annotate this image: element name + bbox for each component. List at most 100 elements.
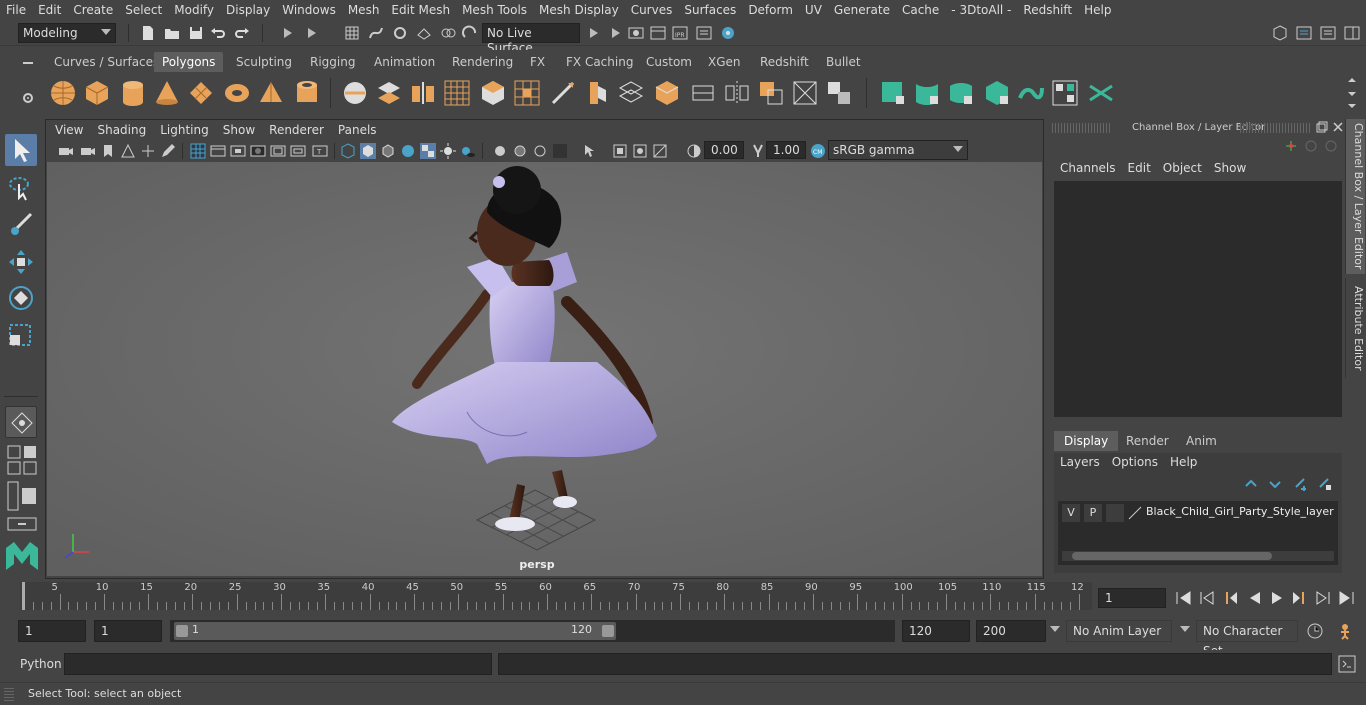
menu-item-windows[interactable]: Windows: [276, 3, 342, 17]
step-forward-key-icon[interactable]: [1314, 589, 1332, 607]
snap-grid-icon[interactable]: [344, 25, 360, 41]
paint-select-tool-button[interactable]: [5, 208, 37, 240]
rotate-tool-button[interactable]: [5, 282, 37, 314]
playback-end-field[interactable]: 120: [902, 620, 970, 642]
select-object-icon[interactable]: [304, 25, 320, 41]
menu-item-edit[interactable]: Edit: [32, 3, 67, 17]
float-panel-icon[interactable]: [1316, 121, 1328, 133]
move-layer-down-icon[interactable]: [1268, 477, 1282, 491]
menu-item-redshift[interactable]: Redshift: [1017, 3, 1078, 17]
layout-outliner-icon[interactable]: [6, 480, 38, 512]
snap-curve-icon[interactable]: [368, 25, 384, 41]
menu-item-surfaces[interactable]: Surfaces: [678, 3, 742, 17]
camera-lock-icon[interactable]: [80, 143, 96, 159]
poly-torus-icon[interactable]: [222, 78, 252, 108]
hypershade-icon[interactable]: [720, 25, 736, 41]
move-layer-up-icon[interactable]: [1244, 477, 1258, 491]
viewport-menu-renderer[interactable]: Renderer: [262, 123, 331, 137]
save-scene-icon[interactable]: [188, 25, 204, 41]
render-settings-icon[interactable]: [696, 25, 712, 41]
shelf-tab-polygons[interactable]: Polygons: [154, 52, 224, 72]
chevron-down-icon[interactable]: [1050, 626, 1060, 632]
range-slider-handle[interactable]: 1 120: [174, 622, 616, 640]
new-layer-selected-icon[interactable]: [1318, 477, 1332, 491]
channel-box-toggle-icon[interactable]: [1344, 25, 1360, 41]
live-surface-field[interactable]: No Live Surface: [482, 23, 580, 55]
layer-menu-help[interactable]: Help: [1164, 455, 1203, 473]
move-tool-button[interactable]: [5, 246, 37, 278]
wireframe-shading-icon[interactable]: [340, 143, 356, 159]
poly-sphere-icon[interactable]: [48, 78, 78, 108]
shelf-tab-fx[interactable]: FX: [522, 52, 553, 72]
go-to-end-icon[interactable]: [1338, 589, 1356, 607]
xray-icon[interactable]: [612, 143, 628, 159]
uv-planar-icon[interactable]: [878, 78, 908, 108]
insert-edge-loop-icon[interactable]: [616, 78, 646, 108]
make-live-icon[interactable]: [462, 25, 478, 41]
animation-end-field[interactable]: 200: [976, 620, 1046, 642]
go-to-start-icon[interactable]: [1174, 589, 1192, 607]
viewport-menu-view[interactable]: View: [48, 123, 90, 137]
target-weld-icon[interactable]: [652, 78, 682, 108]
gamma-icon[interactable]: [750, 143, 766, 159]
film-gate-icon[interactable]: [210, 143, 226, 159]
field-chart-icon[interactable]: [270, 143, 286, 159]
menu-item-curves[interactable]: Curves: [625, 3, 679, 17]
shelf-tab-bullet[interactable]: Bullet: [818, 52, 869, 72]
new-scene-icon[interactable]: [140, 25, 156, 41]
anim-layer-dropdown[interactable]: No Anim Layer: [1066, 620, 1172, 642]
expand-icon[interactable]: [608, 25, 624, 41]
xray-joints-icon[interactable]: [632, 143, 648, 159]
range-slider-right-grip[interactable]: [602, 625, 614, 637]
layer-menu-options[interactable]: Options: [1106, 455, 1164, 473]
chevron-down-icon[interactable]: [1180, 626, 1190, 632]
bookmark-icon[interactable]: [100, 143, 116, 159]
menu-item-mesh-tools[interactable]: Mesh Tools: [456, 3, 533, 17]
gate-mask-icon[interactable]: [250, 143, 266, 159]
snap-plane-icon[interactable]: [416, 25, 432, 41]
viewport-menu-show[interactable]: Show: [216, 123, 262, 137]
shelf-tab-animation[interactable]: Animation: [366, 52, 443, 72]
layer-row[interactable]: V P Black_Child_Girl_Party_Style_layer: [1058, 503, 1338, 523]
default-material-icon[interactable]: [400, 143, 416, 159]
wireframe-on-shaded-icon[interactable]: [380, 143, 396, 159]
channel-box-menu-channels[interactable]: Channels: [1054, 161, 1122, 179]
layer-tab-anim[interactable]: Anim: [1176, 431, 1227, 451]
range-slider-track[interactable]: 1 120: [170, 620, 895, 642]
xray-components-icon[interactable]: [652, 143, 668, 159]
viewport-menu-panels[interactable]: Panels: [331, 123, 384, 137]
speed-icon[interactable]: [1304, 139, 1318, 153]
channel-box-menu-object[interactable]: Object: [1157, 161, 1208, 179]
menu-item-file[interactable]: File: [0, 3, 32, 17]
shelf-tab-redshift[interactable]: Redshift: [752, 52, 817, 72]
quad-draw-icon[interactable]: [688, 78, 718, 108]
uv-spherical-icon[interactable]: [946, 78, 976, 108]
image-plane-icon[interactable]: [120, 143, 136, 159]
duplicate-icon[interactable]: [824, 78, 854, 108]
uv-cut-sew-icon[interactable]: [1086, 78, 1116, 108]
workspace-dropdown[interactable]: Modeling: [18, 23, 116, 43]
color-management-icon[interactable]: CM: [810, 143, 826, 159]
boolean-icon[interactable]: [756, 78, 786, 108]
current-frame-field[interactable]: 1: [1098, 588, 1166, 608]
range-slider-left-grip[interactable]: [176, 625, 188, 637]
channel-box-menu-show[interactable]: Show: [1208, 161, 1252, 179]
poly-plane-icon[interactable]: [186, 78, 216, 108]
command-language-label[interactable]: Python: [20, 657, 62, 671]
uv-cylindrical-icon[interactable]: [912, 78, 942, 108]
playback-start-field[interactable]: 1: [94, 620, 162, 642]
menu-item-create[interactable]: Create: [67, 3, 119, 17]
gamma-field[interactable]: 1.00: [766, 141, 806, 159]
layer-tab-display[interactable]: Display: [1054, 431, 1119, 451]
layout-four-view-icon[interactable]: [6, 444, 38, 476]
side-tab-channel-box[interactable]: Channel Box / Layer Editor: [1345, 119, 1365, 274]
center-pivot-icon[interactable]: [790, 78, 820, 108]
close-icon[interactable]: [1332, 121, 1344, 133]
menu-item-deform[interactable]: Deform: [742, 3, 799, 17]
viewport-menu-lighting[interactable]: Lighting: [153, 123, 216, 137]
shelf-settings-gear-icon[interactable]: [20, 90, 36, 106]
layer-display-type-toggle[interactable]: [1106, 504, 1124, 522]
textured-icon[interactable]: [420, 143, 436, 159]
last-tool-button[interactable]: [5, 406, 37, 438]
undo-icon[interactable]: [210, 25, 226, 41]
